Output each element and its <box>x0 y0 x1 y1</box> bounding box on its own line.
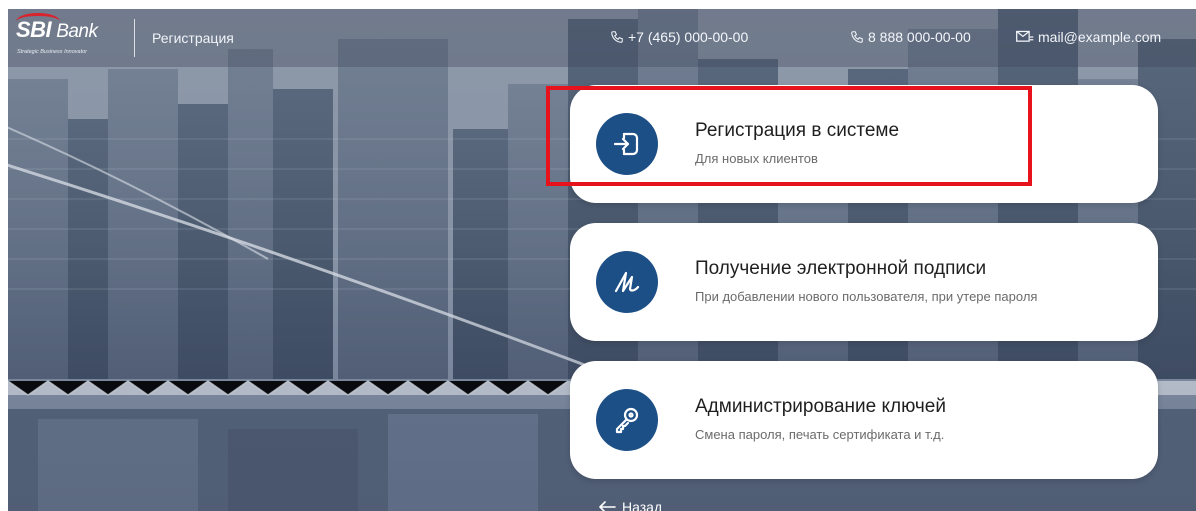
phone-number-1: +7 (465) 000-00-00 <box>628 29 749 45</box>
email-contact[interactable]: mail@example.com <box>1016 29 1161 45</box>
card-title: Администрирование ключей <box>695 396 946 417</box>
arrow-left-icon <box>599 501 616 511</box>
logo-tagline: Strategic Business Innovator <box>17 49 88 55</box>
card-system-registration[interactable]: Регистрация в системе Для новых клиентов <box>570 85 1158 203</box>
card-subtitle: Смена пароля, печать сертификата и т.д. <box>695 427 945 442</box>
phone-contact-1[interactable]: +7 (465) 000-00-00 <box>610 29 748 45</box>
logo-bank: Bank <box>56 21 98 42</box>
top-header: SBI Bank Strategic Business Innovator Рег… <box>8 9 1196 67</box>
sbi-bank-logo[interactable]: SBI Bank Strategic Business Innovator <box>16 13 128 63</box>
signature-icon <box>596 251 658 313</box>
card-subtitle: Для новых клиентов <box>695 151 818 166</box>
phone-icon <box>851 31 863 43</box>
back-label: Назад <box>622 499 663 511</box>
card-electronic-signature[interactable]: Получение электронной подписи При добавл… <box>570 223 1158 341</box>
phone-contact-2[interactable]: 8 888 000-00-00 <box>850 29 971 45</box>
card-key-administration[interactable]: Администрирование ключей Смена пароля, п… <box>570 361 1158 479</box>
phone-number-2: 8 888 000-00-00 <box>868 29 971 45</box>
card-subtitle: При добавлении нового пользователя, при … <box>695 289 1038 304</box>
key-icon <box>596 389 658 451</box>
back-link[interactable]: Назад <box>598 499 662 511</box>
logo-wordmark: SBI Bank <box>16 17 98 43</box>
phone-icon <box>611 31 623 43</box>
mail-icon <box>1016 30 1034 42</box>
sign-in-icon <box>596 113 658 175</box>
card-title: Регистрация в системе <box>695 120 900 141</box>
email-address: mail@example.com <box>1038 29 1162 45</box>
registration-screen: SBI Bank Strategic Business Innovator Рег… <box>8 9 1196 511</box>
card-title: Получение электронной подписи <box>695 258 987 279</box>
page-title: Регистрация <box>152 30 234 46</box>
header-divider <box>134 19 135 57</box>
logo-brand: SBI <box>16 17 52 42</box>
